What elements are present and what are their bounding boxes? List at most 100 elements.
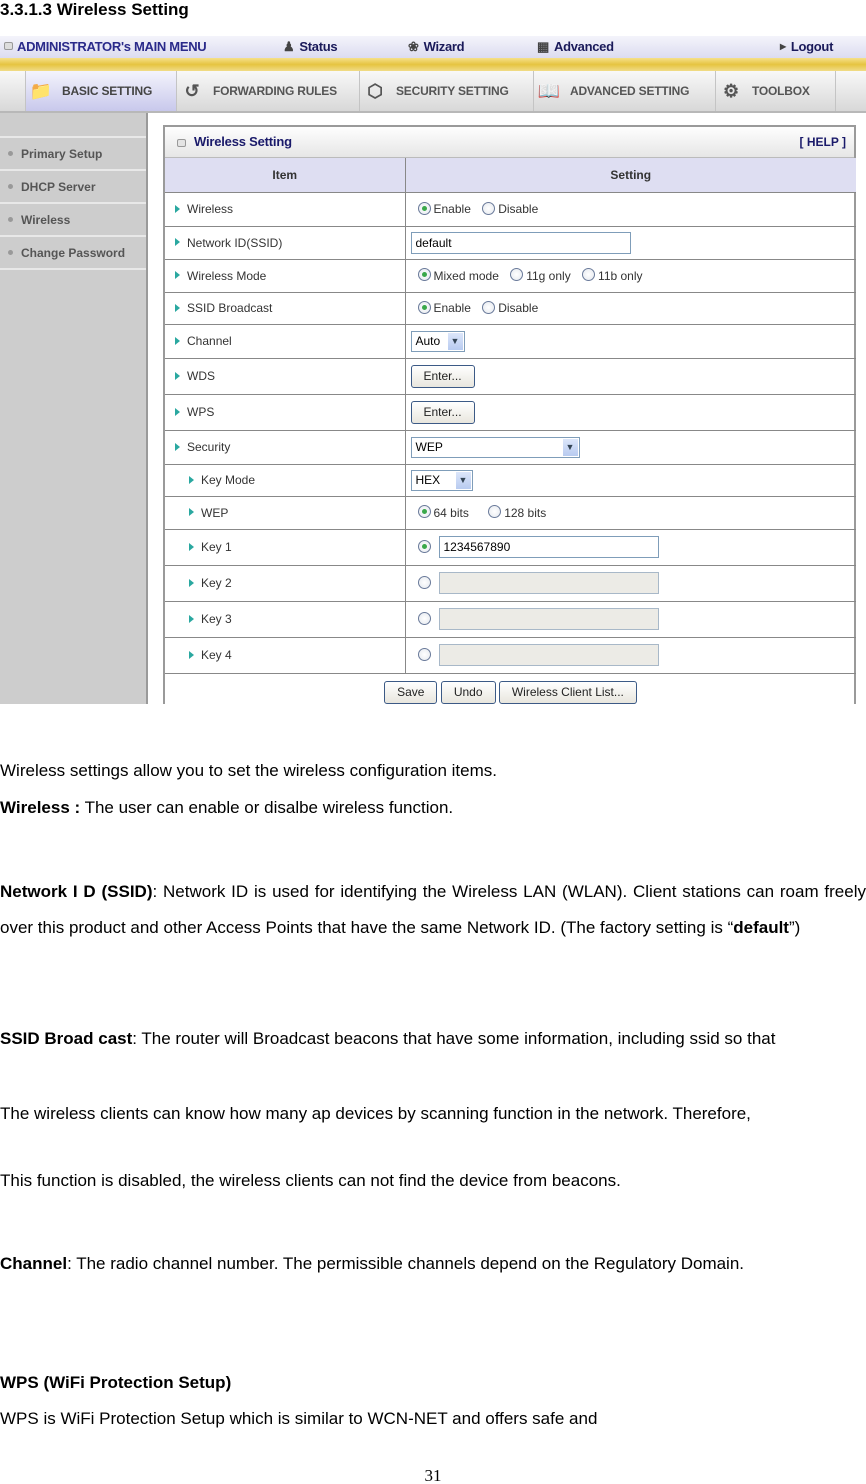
section-title: 3.3.1.3 Wireless Setting	[0, 0, 189, 19]
gear-toolbox-icon: ⚙	[723, 80, 739, 101]
lock-nut-icon: ⬡	[367, 80, 383, 101]
triangle-right-icon	[175, 442, 180, 451]
wps-enter-button[interactable]: Enter...	[410, 400, 475, 424]
status-person-icon: ♟	[283, 39, 295, 54]
sidebar: Primary Setup DHCP Server Wireless Chang…	[0, 113, 148, 704]
tab-security-setting[interactable]: ⬡ SECURITY SETTING	[360, 71, 534, 111]
settings-table: Item Setting Wireless Enable Disable Net…	[165, 158, 856, 704]
triangle-right-icon	[189, 614, 194, 623]
panel-title: Wireless Setting	[194, 134, 292, 149]
channel-select[interactable]: Auto ▼	[410, 330, 465, 352]
triangle-right-icon	[175, 271, 180, 280]
column-header-setting: Setting	[405, 158, 856, 193]
security-select[interactable]: WEP ▼	[410, 436, 580, 458]
admin-main-menu[interactable]: ADMINISTRATOR's MAIN MENU	[17, 39, 207, 54]
tab-advanced-setting[interactable]: 📖 ADVANCED SETTING	[534, 71, 716, 111]
key1-radio[interactable]	[417, 539, 431, 553]
panel-header: Wireless Setting [ HELP ]	[165, 127, 854, 158]
table-row: Key 1 1234567890	[165, 529, 856, 566]
table-row: Key 4	[165, 637, 856, 674]
key4-radio[interactable]	[417, 647, 431, 661]
triangle-right-icon	[175, 238, 180, 247]
sidebar-item-primary-setup[interactable]: Primary Setup	[0, 138, 146, 171]
intro-paragraph: Wireless settings allow you to set the w…	[0, 761, 497, 780]
router-screenshot: ADMINISTRATOR's MAIN MENU ♟ Status ❀ Wizar…	[0, 36, 866, 704]
wireless-disable-radio[interactable]	[482, 201, 496, 215]
key4-input[interactable]	[438, 644, 659, 666]
wep-64-radio[interactable]	[417, 505, 431, 519]
key3-radio[interactable]	[417, 611, 431, 625]
wps-heading: WPS (WiFi Protection Setup)	[0, 1373, 232, 1392]
bullet-icon	[8, 217, 13, 222]
chevron-down-icon: ▼	[447, 332, 463, 350]
triangle-right-icon	[175, 336, 180, 345]
broadcast-paragraph-3: This function is disabled, the wireless …	[0, 1171, 621, 1190]
menu-square-icon	[4, 42, 13, 50]
undo-button[interactable]: Undo	[440, 680, 496, 704]
mode-mixed-radio[interactable]	[417, 268, 431, 282]
chevron-down-icon: ▼	[455, 471, 471, 489]
advanced-link[interactable]: ▦ Advanced	[537, 39, 614, 55]
triangle-right-icon	[189, 650, 194, 659]
sidebar-item-wireless[interactable]: Wireless	[0, 204, 146, 237]
wireless-enable-radio[interactable]	[417, 201, 431, 215]
triangle-right-icon	[175, 303, 180, 312]
advanced-icon: ▦	[537, 39, 549, 54]
wizard-link[interactable]: ❀ Wizard	[408, 39, 465, 55]
mode-11b-radio[interactable]	[582, 268, 596, 282]
sidebar-item-dhcp-server[interactable]: DHCP Server	[0, 171, 146, 204]
table-row: WDS Enter...	[165, 358, 856, 395]
triangle-right-icon	[175, 371, 180, 380]
wireless-setting-panel: Wireless Setting [ HELP ] Item Setting W…	[163, 125, 856, 704]
wps-paragraph: WPS is WiFi Protection Setup which is si…	[0, 1409, 598, 1428]
wds-enter-button[interactable]: Enter...	[410, 364, 475, 388]
key1-input[interactable]: 1234567890	[438, 536, 659, 558]
tab-toolbox[interactable]: ⚙ TOOLBOX	[716, 71, 836, 111]
help-link[interactable]: [ HELP ]	[800, 135, 846, 149]
gold-divider-bar	[0, 58, 866, 71]
broadcast-disable-radio[interactable]	[482, 300, 496, 314]
channel-paragraph: Channel: The radio channel number. The p…	[0, 1254, 745, 1273]
save-button[interactable]: Save	[384, 680, 438, 704]
table-row: Network ID(SSID) default	[165, 226, 856, 260]
tab-forwarding-rules[interactable]: ↺ FORWARDING RULES	[177, 71, 360, 111]
table-row: Wireless Enable Disable	[165, 192, 856, 227]
logout-link[interactable]: ▶ Logout	[780, 39, 833, 54]
chevron-down-icon: ▼	[562, 438, 578, 456]
triangle-right-icon	[175, 407, 180, 416]
broadcast-enable-radio[interactable]	[417, 300, 431, 314]
triangle-right-icon	[175, 204, 180, 213]
ssid-paragraph: Network I D (SSID): Network ID is used f…	[0, 882, 866, 937]
wireless-client-list-button[interactable]: Wireless Client List...	[498, 680, 637, 704]
key2-radio[interactable]	[417, 575, 431, 589]
column-header-item: Item	[165, 158, 406, 193]
page-number: 31	[424, 1466, 442, 1484]
tab-basic-setting[interactable]: 📁 BASIC SETTING	[25, 71, 177, 111]
table-row: Key Mode HEX ▼	[165, 464, 856, 497]
key-mode-select[interactable]: HEX ▼	[410, 469, 473, 491]
triangle-right-icon: ▶	[780, 42, 786, 51]
bullet-icon	[8, 184, 13, 189]
status-link[interactable]: ♟ Status	[283, 39, 338, 55]
book-icon: 📖	[537, 80, 561, 101]
table-row: SSID Broadcast Enable Disable	[165, 292, 856, 325]
wep-128-radio[interactable]	[488, 505, 502, 519]
mode-11g-radio[interactable]	[510, 268, 524, 282]
key3-input[interactable]	[438, 608, 659, 630]
wizard-icon: ❀	[408, 39, 419, 54]
key2-input[interactable]	[438, 572, 659, 594]
top-menu-bar: ADMINISTRATOR's MAIN MENU ♟ Status ❀ Wizar…	[0, 36, 866, 58]
ssid-input[interactable]: default	[410, 231, 631, 254]
bullet-icon	[8, 151, 13, 156]
table-row: WEP 64 bits 128 bits	[165, 496, 856, 530]
broadcast-paragraph: SSID Broad cast: The router will Broadca…	[0, 1029, 776, 1048]
table-row: WPS Enter...	[165, 394, 856, 431]
button-row: Save Undo Wireless Client List...	[165, 673, 856, 704]
sidebar-item-change-password[interactable]: Change Password	[0, 237, 146, 270]
panel-square-icon	[177, 139, 186, 147]
broadcast-paragraph-2: The wireless clients can know how many a…	[0, 1104, 751, 1123]
triangle-right-icon	[189, 578, 194, 587]
table-row: Key 2	[165, 565, 856, 602]
bullet-icon	[8, 250, 13, 255]
wireless-paragraph: Wireless : The user can enable or disalb…	[0, 798, 454, 817]
